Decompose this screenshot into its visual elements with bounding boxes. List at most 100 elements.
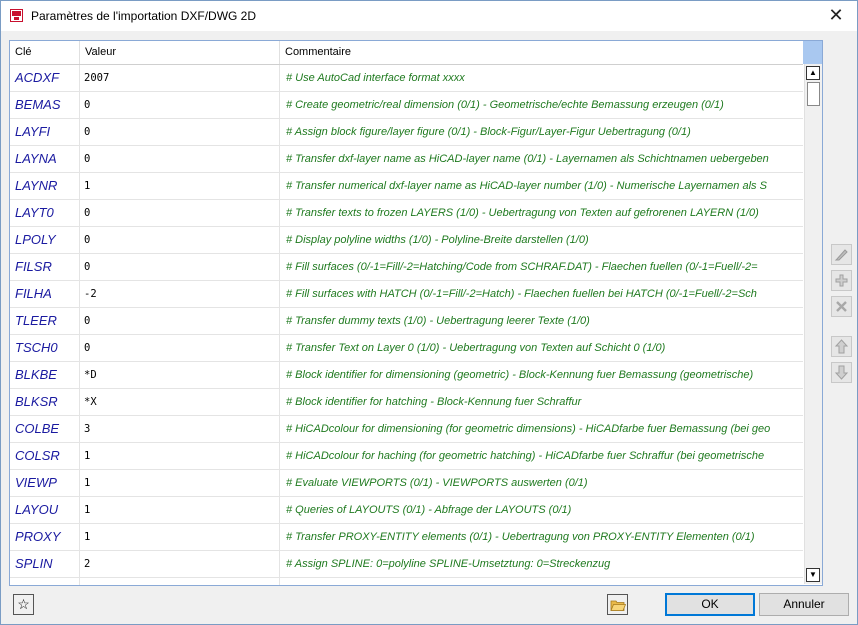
row-comment[interactable]: # Transfer texts to frozen LAYERS (1/0) … [280, 200, 803, 226]
row-value[interactable]: 0 [80, 200, 280, 226]
row-value[interactable]: 0 [80, 227, 280, 253]
row-comment[interactable]: # Transfer Text on Layer 0 (1/0) - Ueber… [280, 335, 803, 361]
row-key[interactable]: COLBE [10, 416, 80, 442]
row-key[interactable]: LAYFI [10, 119, 80, 145]
row-comment[interactable]: # Block identifier for hatching - Block-… [280, 389, 803, 415]
row-value[interactable]: 1 [80, 524, 280, 550]
row-value[interactable]: *X [80, 389, 280, 415]
row-key[interactable]: BLKSR [10, 389, 80, 415]
table-row[interactable]: FILSR 0 # Fill surfaces (0/-1=Fill/-2=Hatc… [10, 254, 803, 281]
row-key[interactable] [10, 578, 80, 585]
favorites-button[interactable]: ☆ [13, 594, 34, 615]
row-value[interactable]: 0 [80, 254, 280, 280]
delete-button[interactable] [831, 296, 852, 317]
row-comment[interactable]: # -1=Circular arc splines -1=Kreisboegen… [280, 578, 803, 585]
table-row[interactable]: LAYNA 0 # Transfer dxf-layer name as HiCAD… [10, 146, 803, 173]
row-value[interactable]: 1 [80, 470, 280, 496]
column-header-comment[interactable]: Commentaire [280, 41, 803, 64]
row-key[interactable]: BEMAS [10, 92, 80, 118]
row-comment[interactable]: # Evaluate VIEWPORTS (0/1) - VIEWPORTS a… [280, 470, 803, 496]
row-value[interactable]: 0 [80, 308, 280, 334]
row-comment[interactable]: # HiCADcolour for dimensioning (for geom… [280, 416, 803, 442]
row-value[interactable]: -2 [80, 281, 280, 307]
move-down-button[interactable] [831, 362, 852, 383]
add-icon [835, 274, 848, 287]
scroll-down-button[interactable]: ▼ [806, 568, 820, 582]
row-key[interactable]: LAYNR [10, 173, 80, 199]
row-key[interactable]: LPOLY [10, 227, 80, 253]
table-row[interactable]: # -1=Circular arc splines -1=Kreisboegen… [10, 578, 803, 585]
row-key[interactable]: TLEER [10, 308, 80, 334]
row-key[interactable]: VIEWP [10, 470, 80, 496]
table-row[interactable]: LAYFI 0 # Assign block figure/layer figure… [10, 119, 803, 146]
table-row[interactable]: ACDXF 2007 # Use AutoCad interface format … [10, 65, 803, 92]
column-header-key[interactable]: Clé [10, 41, 80, 64]
table-row[interactable]: SPLIN 2 # Assign SPLINE: 0=polyline SPLINE… [10, 551, 803, 578]
table-row[interactable]: TSCH0 0 # Transfer Text on Layer 0 (1/0) -… [10, 335, 803, 362]
row-comment[interactable]: # Display polyline widths (1/0) - Polyli… [280, 227, 803, 253]
close-button[interactable]: ✕ [825, 4, 847, 26]
move-up-icon [834, 339, 849, 354]
ok-button[interactable]: OK [665, 593, 755, 616]
row-key[interactable]: LAYT0 [10, 200, 80, 226]
row-comment[interactable]: # Create geometric/real dimension (0/1) … [280, 92, 803, 118]
row-key[interactable]: FILHA [10, 281, 80, 307]
row-value[interactable]: 1 [80, 497, 280, 523]
row-value[interactable]: 3 [80, 416, 280, 442]
table-row[interactable]: LPOLY 0 # Display polyline widths (1/0) - … [10, 227, 803, 254]
table-row[interactable]: COLSR 1 # HiCADcolour for haching (for geo… [10, 443, 803, 470]
row-comment[interactable]: # Transfer PROXY-ENTITY elements (0/1) -… [280, 524, 803, 550]
row-value[interactable]: 1 [80, 443, 280, 469]
row-comment[interactable]: # Queries of LAYOUTS (0/1) - Abfrage der… [280, 497, 803, 523]
row-comment[interactable]: # Transfer dummy texts (1/0) - Uebertrag… [280, 308, 803, 334]
table-row[interactable]: LAYNR 1 # Transfer numerical dxf-layer nam… [10, 173, 803, 200]
row-key[interactable]: PROXY [10, 524, 80, 550]
row-key[interactable]: FILSR [10, 254, 80, 280]
row-key[interactable]: COLSR [10, 443, 80, 469]
row-key[interactable]: TSCH0 [10, 335, 80, 361]
row-comment[interactable]: # Block identifier for dimensioning (geo… [280, 362, 803, 388]
table-row[interactable]: PROXY 1 # Transfer PROXY-ENTITY elements (… [10, 524, 803, 551]
row-comment[interactable]: # Assign SPLINE: 0=polyline SPLINE-Umset… [280, 551, 803, 577]
edit-button[interactable] [831, 244, 852, 265]
add-button[interactable] [831, 270, 852, 291]
row-value[interactable]: 0 [80, 335, 280, 361]
table-row[interactable]: BEMAS 0 # Create geometric/real dimension … [10, 92, 803, 119]
table-row[interactable]: LAYOU 1 # Queries of LAYOUTS (0/1) - Abfra… [10, 497, 803, 524]
app-icon [10, 9, 23, 22]
row-comment[interactable]: # Assign block figure/layer figure (0/1)… [280, 119, 803, 145]
column-header-value[interactable]: Valeur [80, 41, 280, 64]
row-value[interactable]: 2 [80, 551, 280, 577]
row-value[interactable]: 0 [80, 146, 280, 172]
open-folder-button[interactable] [607, 594, 628, 615]
row-comment[interactable]: # Transfer dxf-layer name as HiCAD-layer… [280, 146, 803, 172]
table-row[interactable]: COLBE 3 # HiCADcolour for dimensioning (fo… [10, 416, 803, 443]
row-comment[interactable]: # Transfer numerical dxf-layer name as H… [280, 173, 803, 199]
row-key[interactable]: BLKBE [10, 362, 80, 388]
table-row[interactable]: TLEER 0 # Transfer dummy texts (1/0) - Ueb… [10, 308, 803, 335]
row-value[interactable]: 2007 [80, 65, 280, 91]
vertical-scrollbar[interactable]: ▲ ▼ [804, 64, 822, 584]
table-row[interactable]: LAYT0 0 # Transfer texts to frozen LAYERS … [10, 200, 803, 227]
row-key[interactable]: LAYOU [10, 497, 80, 523]
row-comment[interactable]: # Use AutoCad interface format xxxx [280, 65, 803, 91]
row-comment[interactable]: # HiCADcolour for haching (for geometric… [280, 443, 803, 469]
cancel-button[interactable]: Annuler [759, 593, 849, 616]
row-value[interactable] [80, 578, 280, 585]
table-row[interactable]: BLKBE *D # Block identifier for dimensioni… [10, 362, 803, 389]
row-key[interactable]: SPLIN [10, 551, 80, 577]
table-row[interactable]: FILHA -2 # Fill surfaces with HATCH (0/-1=… [10, 281, 803, 308]
row-key[interactable]: ACDXF [10, 65, 80, 91]
row-value[interactable]: 1 [80, 173, 280, 199]
scroll-up-button[interactable]: ▲ [806, 66, 820, 80]
table-row[interactable]: VIEWP 1 # Evaluate VIEWPORTS (0/1) - VIEWP… [10, 470, 803, 497]
row-value[interactable]: *D [80, 362, 280, 388]
row-key[interactable]: LAYNA [10, 146, 80, 172]
row-comment[interactable]: # Fill surfaces with HATCH (0/-1=Fill/-2… [280, 281, 803, 307]
row-comment[interactable]: # Fill surfaces (0/-1=Fill/-2=Hatching/C… [280, 254, 803, 280]
table-row[interactable]: BLKSR *X # Block identifier for hatching -… [10, 389, 803, 416]
move-up-button[interactable] [831, 336, 852, 357]
scroll-thumb[interactable] [807, 82, 820, 106]
row-value[interactable]: 0 [80, 92, 280, 118]
row-value[interactable]: 0 [80, 119, 280, 145]
